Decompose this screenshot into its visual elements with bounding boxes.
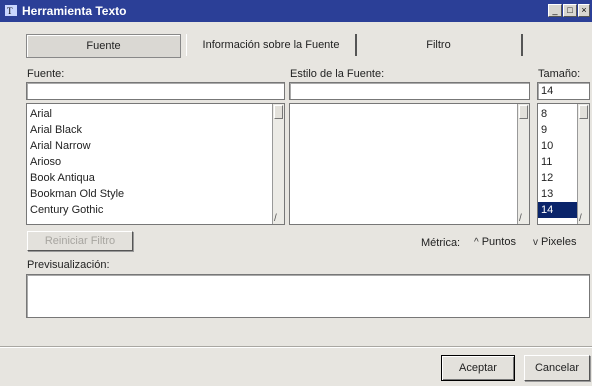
cancel-button[interactable]: Cancelar xyxy=(524,355,590,381)
list-item[interactable]: Arial Narrow xyxy=(27,138,284,154)
reset-filter-button[interactable]: Reiniciar Filtro xyxy=(27,231,133,251)
size-list[interactable]: 8 9 10 11 12 13 14 / xyxy=(537,103,590,225)
window-title: Herramienta Texto xyxy=(22,4,127,18)
font-list-scrollbar[interactable]: / xyxy=(272,104,284,224)
list-item[interactable]: Century Gothic xyxy=(27,202,284,218)
size-list-scrollbar[interactable]: / xyxy=(577,104,589,224)
radio-unselected-icon: ^ xyxy=(474,237,479,248)
minimize-button[interactable]: _ xyxy=(548,4,562,17)
accept-button[interactable]: Aceptar xyxy=(441,355,515,381)
style-list-scroll-thumb[interactable] xyxy=(519,105,528,119)
resize-grip-icon: / xyxy=(519,213,522,224)
title-bar: T Herramienta Texto _ □ × xyxy=(0,0,592,22)
size-list-scroll-thumb[interactable] xyxy=(579,105,588,119)
style-label: Estilo de la Fuente: xyxy=(290,68,385,80)
list-item[interactable]: Book Antiqua xyxy=(27,170,284,186)
size-input[interactable]: 14 xyxy=(537,82,590,100)
preview-area xyxy=(26,274,590,318)
font-list-scroll-thumb[interactable] xyxy=(274,105,283,119)
preview-label: Previsualización: xyxy=(27,259,110,271)
size-label: Tamaño: xyxy=(538,68,581,80)
resize-grip-icon: / xyxy=(579,213,582,224)
maximize-button[interactable]: □ xyxy=(563,4,577,17)
style-list-scrollbar[interactable]: / xyxy=(517,104,529,224)
bottom-separator xyxy=(0,346,592,348)
tab-font-info[interactable]: Información sobre la Fuente xyxy=(186,34,357,56)
style-input[interactable] xyxy=(289,82,530,100)
text-tool-icon: T xyxy=(5,5,17,16)
list-item[interactable]: Arial xyxy=(27,106,284,122)
close-button[interactable]: × xyxy=(578,4,590,17)
font-label: Fuente: xyxy=(27,68,65,80)
list-item[interactable]: Arial Black xyxy=(27,122,284,138)
tab-fuente[interactable]: Fuente xyxy=(26,34,181,58)
metric-label: Métrica: xyxy=(421,237,461,249)
font-list[interactable]: Arial Arial Black Arial Narrow Arioso Book A… xyxy=(26,103,285,225)
font-input[interactable] xyxy=(26,82,285,100)
radio-points-label: Puntos xyxy=(481,236,516,248)
resize-grip-icon: / xyxy=(274,213,277,224)
list-item[interactable]: Bookman Old Style xyxy=(27,186,284,202)
style-list[interactable]: / xyxy=(289,103,530,225)
list-item[interactable]: Arioso xyxy=(27,154,284,170)
radio-pixels-label: Pixeles xyxy=(541,236,577,248)
svg-text:T: T xyxy=(7,6,13,16)
tab-filter[interactable]: Filtro xyxy=(356,34,523,56)
radio-selected-icon: v xyxy=(533,237,538,248)
radio-points[interactable]: ^ Puntos xyxy=(474,236,516,248)
radio-pixels[interactable]: v Pixeles xyxy=(533,236,576,248)
